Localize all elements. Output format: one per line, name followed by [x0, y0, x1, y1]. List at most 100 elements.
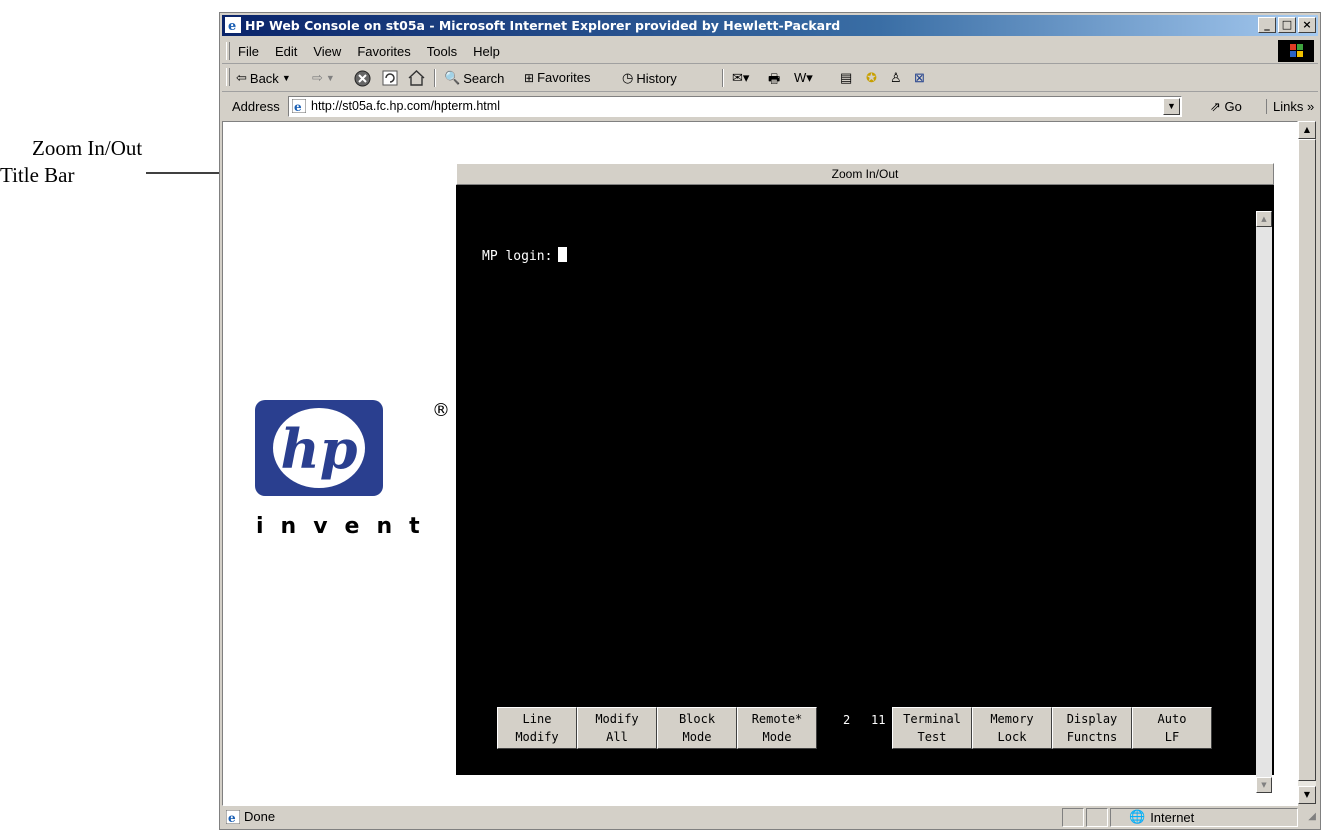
- fkey-block-mode[interactable]: Block Mode: [657, 707, 737, 749]
- forward-arrow-icon: ⇨: [312, 70, 323, 85]
- login-prompt: MP login:: [482, 249, 553, 264]
- zoom-title-bar[interactable]: Zoom In/Out: [456, 163, 1274, 185]
- stop-button[interactable]: [354, 70, 371, 87]
- fkey-page-indicator-a: 2: [843, 713, 851, 727]
- windows-logo-icon: [1278, 40, 1314, 62]
- fkey-page-indicator-b: 11: [871, 713, 886, 727]
- menu-view[interactable]: View: [313, 44, 341, 59]
- ie-icon: e: [225, 17, 241, 33]
- fkey-line-modify[interactable]: Line Modify: [497, 707, 577, 749]
- back-label: Back: [249, 70, 279, 86]
- go-button[interactable]: ⇗ Go: [1210, 99, 1242, 115]
- menubar-grip: [226, 42, 230, 60]
- browser-window: e HP Web Console on st05a - Microsoft In…: [219, 12, 1321, 830]
- people-button[interactable]: ♙: [890, 70, 902, 86]
- hp-logo-text: hp: [280, 417, 357, 481]
- fkey-display-functns[interactable]: Display Functns: [1052, 707, 1132, 749]
- window-title: HP Web Console on st05a - Microsoft Inte…: [245, 18, 841, 33]
- discuss-button[interactable]: ▤: [840, 70, 852, 86]
- registered-mark: ®: [432, 400, 450, 421]
- annotation-line2: Title Bar: [0, 163, 75, 187]
- menu-help[interactable]: Help: [473, 44, 500, 59]
- page-done-icon: e: [226, 809, 240, 824]
- fkey-modify-all[interactable]: Modify All: [577, 707, 657, 749]
- svg-text:e: e: [294, 100, 302, 113]
- search-label: Search: [463, 70, 505, 86]
- toolbar-separator: [434, 69, 436, 87]
- menu-edit[interactable]: Edit: [275, 44, 297, 59]
- forward-button[interactable]: ⇨ ▼: [312, 70, 335, 86]
- fkey-remote-mode[interactable]: Remote* Mode: [737, 707, 817, 749]
- menu-file[interactable]: File: [238, 44, 259, 59]
- menu-favorites[interactable]: Favorites: [357, 44, 410, 59]
- back-button[interactable]: ⇦ Back ▼: [236, 70, 291, 86]
- refresh-icon: [382, 70, 398, 86]
- favorites-button[interactable]: ⊞ Favorites: [524, 70, 591, 85]
- window-titlebar[interactable]: e HP Web Console on st05a - Microsoft In…: [222, 15, 1318, 36]
- terminal-screen[interactable]: MP login: ▲ ▼ Line Modify Modify All Block…: [456, 185, 1274, 793]
- close-button[interactable]: ×: [1298, 17, 1316, 33]
- invent-tagline: invent: [256, 514, 437, 539]
- back-dropdown-icon: ▼: [281, 73, 291, 83]
- status-bar: e Done 🌐 Internet ◢: [222, 807, 1318, 827]
- print-icon: 🖶: [768, 71, 781, 86]
- terminal-scrollbar[interactable]: ▲ ▼: [1256, 211, 1272, 793]
- messenger-button[interactable]: ✪: [866, 70, 877, 86]
- status-done: e Done: [226, 809, 275, 824]
- scroll-down-icon[interactable]: ▼: [1298, 786, 1316, 804]
- history-label: History: [636, 70, 677, 86]
- fkey-memory-lock[interactable]: Memory Lock: [972, 707, 1052, 749]
- scroll-thumb[interactable]: [1298, 139, 1316, 781]
- page-content: hp ® invent Zoom In/Out MP login: ▲ ▼ Li…: [222, 121, 1298, 806]
- terminal-prompt: MP login:: [482, 247, 568, 264]
- search-icon: 🔍: [444, 70, 461, 85]
- scroll-up-icon[interactable]: ▲: [1298, 121, 1316, 139]
- home-icon: [408, 70, 425, 86]
- minimize-button[interactable]: _: [1258, 17, 1276, 33]
- resize-grip-icon[interactable]: ◢: [1308, 811, 1316, 822]
- forward-dropdown-icon: ▼: [325, 73, 335, 83]
- fkey-terminal-test[interactable]: Terminal Test: [892, 707, 972, 749]
- security-zone: 🌐 Internet: [1129, 809, 1194, 825]
- status-panel-1: [1062, 808, 1084, 827]
- annotation-line1: Zoom In/Out: [32, 136, 143, 160]
- edit-button[interactable]: W▾: [794, 70, 813, 86]
- terminal-applet: Zoom In/Out MP login: ▲ ▼ Line Modify Mod…: [456, 163, 1274, 793]
- back-arrow-icon: ⇦: [236, 70, 247, 85]
- stop-icon: [354, 70, 371, 87]
- discuss-icon: ▤: [840, 70, 853, 85]
- toolbar-grip: [226, 68, 230, 86]
- page-scrollbar[interactable]: ▲ ▼: [1298, 121, 1316, 804]
- fkey-auto-lf[interactable]: Auto LF: [1132, 707, 1212, 749]
- close-panel-icon: ⊠: [914, 70, 925, 85]
- search-button[interactable]: 🔍 Search: [444, 70, 504, 86]
- zone-label: Internet: [1150, 809, 1195, 825]
- standard-toolbar: ⇦ Back ▼ ⇨ ▼ 🔍 Search ⊞ Favorites ◷ Hist…: [222, 65, 1318, 92]
- maximize-button[interactable]: □: [1278, 17, 1296, 33]
- history-button[interactable]: ◷ History: [622, 70, 677, 86]
- terminal-scroll-down-icon[interactable]: ▼: [1256, 777, 1272, 793]
- favorites-label: Favorites: [537, 70, 591, 85]
- word-edit-icon: W▾: [794, 70, 813, 85]
- menu-tools[interactable]: Tools: [427, 44, 457, 59]
- globe-icon: 🌐: [1129, 809, 1146, 824]
- page-icon: e: [292, 99, 306, 113]
- mail-icon: ✉▾: [732, 70, 750, 85]
- address-input[interactable]: e http://st05a.fc.hp.com/hpterm.html ▼: [288, 96, 1182, 117]
- refresh-button[interactable]: [382, 70, 398, 86]
- close-panel-button[interactable]: ⊠: [914, 70, 925, 86]
- terminal-scroll-up-icon[interactable]: ▲: [1256, 211, 1272, 227]
- address-url: http://st05a.fc.hp.com/hpterm.html: [311, 99, 500, 113]
- messenger-icon: ✪: [866, 70, 877, 85]
- address-dropdown-icon[interactable]: ▼: [1163, 98, 1180, 115]
- favorites-icon: ⊞: [524, 70, 535, 85]
- people-icon: ♙: [890, 70, 902, 85]
- menu-bar: File Edit View Favorites Tools Help: [222, 39, 1318, 64]
- print-button[interactable]: 🖶: [768, 70, 780, 92]
- address-label: Address: [232, 99, 280, 114]
- mail-button[interactable]: ✉▾: [732, 70, 749, 86]
- svg-text:e: e: [228, 811, 236, 824]
- home-button[interactable]: [408, 70, 425, 86]
- links-button[interactable]: Links »: [1266, 99, 1314, 114]
- hp-logo: hp: [255, 400, 383, 496]
